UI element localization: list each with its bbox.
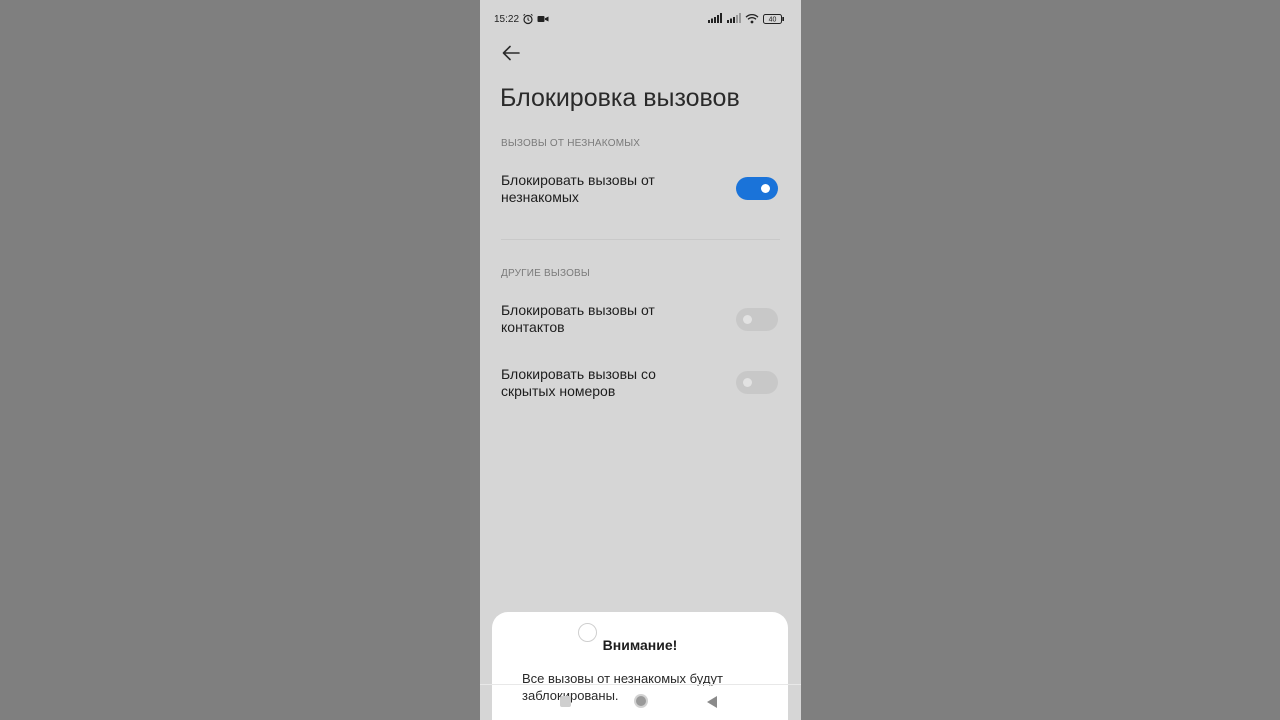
- battery-icon: 40: [763, 14, 785, 27]
- recents-button[interactable]: [560, 696, 571, 707]
- block-hidden-toggle[interactable]: [736, 371, 778, 394]
- battery-level: 40: [769, 17, 777, 24]
- page-title: Блокировка вызовов: [500, 84, 740, 112]
- alarm-icon: [522, 13, 534, 28]
- section-header-unknown-calls: ВЫЗОВЫ ОТ НЕЗНАКОМЫХ: [501, 138, 641, 149]
- setting-label-block-unknown[interactable]: Блокировать вызовы от незнакомых: [501, 172, 701, 206]
- toggle-knob: [761, 184, 770, 193]
- status-bar: 15:22 40: [480, 0, 801, 36]
- video-icon: [537, 13, 549, 28]
- status-time: 15:22: [494, 14, 520, 25]
- dialog-title: Внимание!: [602, 637, 678, 653]
- phone-screen: 15:22 40 Блокировка вызовов ВЫЗОВЫ ОТ НЕ…: [480, 0, 801, 720]
- block-contacts-toggle[interactable]: [736, 308, 778, 331]
- back-button[interactable]: [500, 42, 522, 64]
- toggle-knob: [743, 378, 752, 387]
- navigation-bar: [480, 684, 801, 720]
- signal-icon: [708, 13, 724, 26]
- divider: [501, 239, 780, 240]
- signal-icon: [727, 13, 743, 26]
- setting-label-block-contacts[interactable]: Блокировать вызовы от контактов: [501, 302, 701, 336]
- nav-back-button[interactable]: [707, 696, 717, 708]
- arrow-left-icon: [502, 45, 520, 61]
- toggle-knob: [743, 315, 752, 324]
- setting-label-block-hidden[interactable]: Блокировать вызовы со скрытых номеров: [501, 366, 701, 400]
- home-button[interactable]: [634, 694, 648, 708]
- wifi-icon: [745, 13, 759, 27]
- block-unknown-toggle[interactable]: [736, 177, 778, 200]
- section-header-other-calls: ДРУГИЕ ВЫЗОВЫ: [501, 268, 590, 279]
